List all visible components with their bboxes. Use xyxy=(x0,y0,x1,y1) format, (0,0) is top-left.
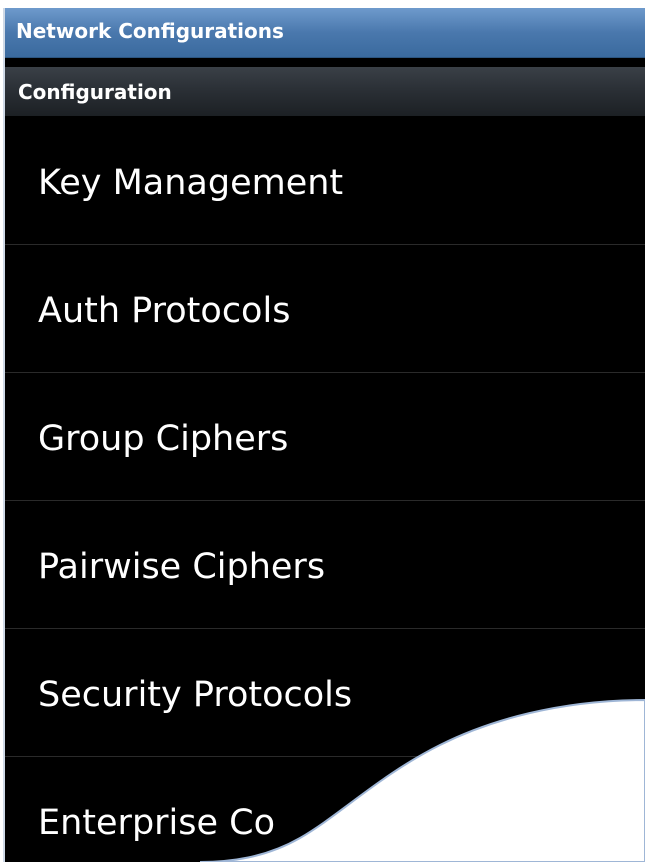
section-header: Configuration xyxy=(4,67,645,116)
list-item-label: Security Protocols xyxy=(38,675,353,715)
title-bar: Network Configurations xyxy=(4,8,645,58)
list-item-pairwise-ciphers[interactable]: Pairwise Ciphers xyxy=(4,501,645,629)
list-item-key-management[interactable]: Key Management xyxy=(4,117,645,245)
list-item-label: Enterprise Co xyxy=(38,803,276,843)
list-item-security-protocols[interactable]: Security Protocols xyxy=(4,629,645,757)
app-screen: Network Configurations Configuration Key… xyxy=(4,8,645,862)
list-item-enterprise-config[interactable]: Enterprise Co xyxy=(4,757,645,862)
list-item-label: Pairwise Ciphers xyxy=(38,547,326,587)
section-title: Configuration xyxy=(18,80,172,104)
list-item-auth-protocols[interactable]: Auth Protocols xyxy=(4,245,645,373)
list-item-label: Auth Protocols xyxy=(38,291,291,331)
list-item-label: Key Management xyxy=(38,163,344,203)
list-item-label: Group Ciphers xyxy=(38,419,289,459)
configuration-list: Key Management Auth Protocols Group Ciph… xyxy=(4,117,645,862)
title-separator xyxy=(4,58,645,67)
list-item-group-ciphers[interactable]: Group Ciphers xyxy=(4,373,645,501)
app-title: Network Configurations xyxy=(16,19,284,43)
